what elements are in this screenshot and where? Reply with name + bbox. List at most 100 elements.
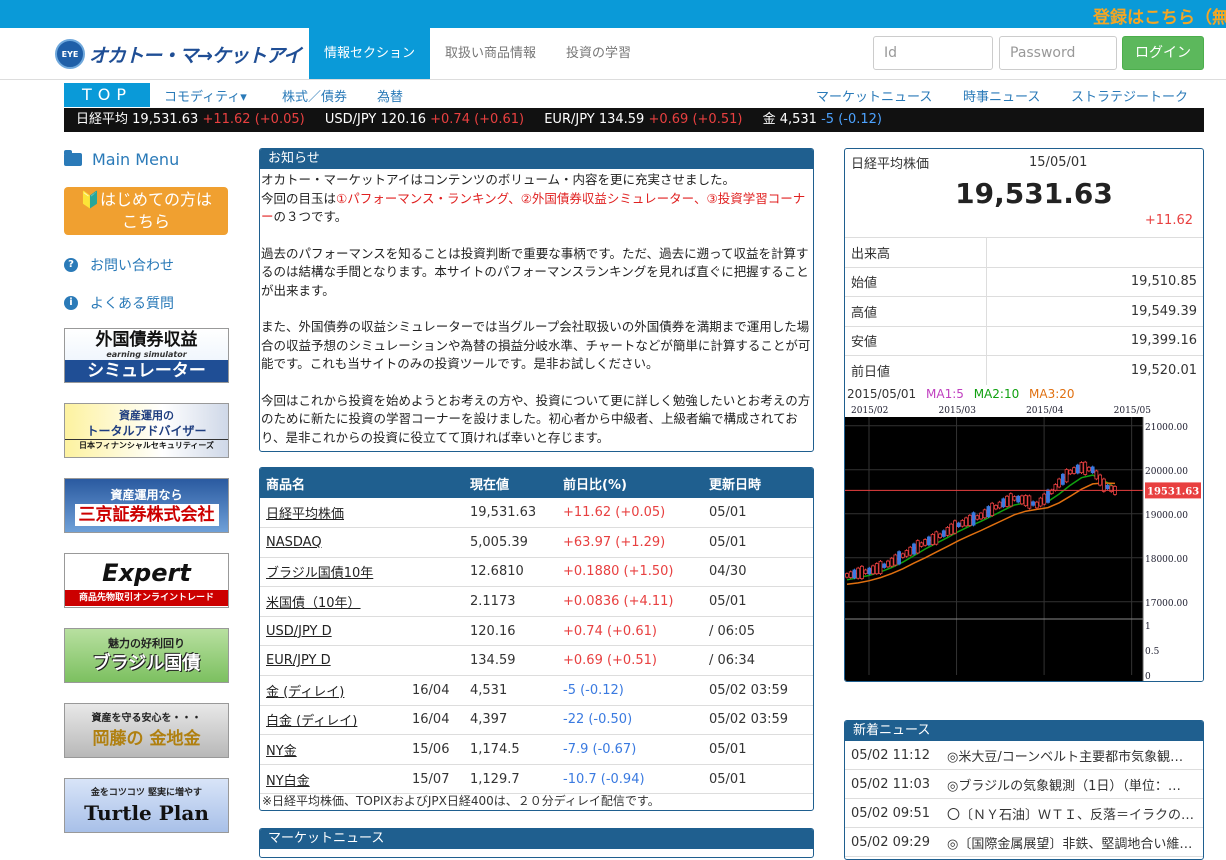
news-time: 05/02 11:12 — [851, 747, 931, 763]
banner-jfs[interactable]: 資産運用の トータルアドバイザー 日本フィナンシャルセキュリティーズ — [64, 403, 229, 458]
stock-label: 高値 — [845, 296, 987, 326]
quote-change: +0.74 (+0.61) — [557, 616, 703, 647]
ticker-value: 120.16 — [380, 112, 426, 127]
quote-month — [406, 527, 464, 558]
stock-value: 19,399.16 — [986, 325, 1203, 356]
news-item[interactable]: 05/02 09:51 〇〔ＮＹ石油〕ＷＴＩ、反落＝イラクの… — [845, 799, 1203, 828]
legend-ma2: MA2:10 — [973, 387, 1020, 401]
y-tick-label: 19000.00 — [1145, 511, 1188, 521]
subnav-forex[interactable]: 為替 — [377, 86, 403, 105]
tab-products[interactable]: 取扱い商品情報 — [430, 28, 551, 79]
news-item[interactable]: 05/02 09:29 ◎〔国際金属展望〕非鉄、堅調地合い維… — [845, 828, 1203, 857]
quote-name[interactable]: ブラジル国債10年 — [260, 557, 406, 588]
quote-time: 05/01 — [703, 586, 813, 617]
col-header: 前日比(%) — [557, 468, 703, 498]
quote-month: 15/07 — [406, 764, 464, 795]
banner-text: 外国債券収益 — [95, 329, 198, 350]
quote-name[interactable]: 白金 (ディレイ) — [260, 705, 406, 736]
candle-body — [982, 509, 987, 519]
banner-bond-simulator[interactable]: 外国債券収益 earning simulator シミュレーター — [64, 328, 229, 383]
faq-link[interactable]: i よくある質問 — [64, 293, 230, 313]
candle-body — [1075, 464, 1080, 474]
banner-turtle-plan[interactable]: 金をコツコツ 堅実に増やす Turtle Plan — [64, 778, 229, 833]
id-input[interactable]: Id — [873, 36, 993, 70]
quote-row: NASDAQ 5,005.39 +63.97 (+1.29) 05/01 — [260, 527, 813, 558]
candle-body — [964, 517, 969, 527]
candle-body — [904, 550, 909, 557]
candle-body — [897, 551, 902, 565]
quote-time: 05/02 03:59 — [703, 705, 813, 736]
stock-row: 安値 19,399.16 — [845, 325, 1203, 356]
y-tick-label: 21000.00 — [1145, 423, 1188, 433]
stock-value — [986, 237, 1203, 267]
register-promo-link[interactable]: 登録はこちら（無 — [1093, 3, 1226, 28]
stock-label: 出来高 — [845, 237, 987, 267]
candle-body — [1034, 501, 1039, 509]
candle-body — [1020, 495, 1024, 505]
candle-body — [859, 565, 864, 580]
quote-time: 05/01 — [703, 498, 813, 529]
contact-link[interactable]: ? お問い合わせ — [64, 255, 230, 275]
quote-name[interactable]: 日経平均株価 — [260, 498, 406, 529]
tab-top[interactable]: TOP — [64, 83, 150, 107]
candle-body — [915, 540, 920, 554]
beginners-label-line2: こちら — [121, 212, 170, 231]
news-headline: 〇〔ＮＹ石油〕ＷＴＩ、反落＝イラクの… — [947, 807, 1195, 823]
candle-body — [912, 543, 916, 555]
stock-header: 日経平均株価 15/05/01 — [845, 149, 1203, 175]
banner-expert[interactable]: Expert 商品先物取引オンライントレード — [64, 553, 229, 608]
quote-name[interactable]: USD/JPY D — [260, 616, 406, 647]
folder-icon — [64, 149, 82, 166]
beginners-button[interactable]: 🔰はじめての方は こちら — [64, 187, 228, 235]
login-button[interactable]: ログイン — [1122, 36, 1204, 70]
candle-body — [1098, 474, 1103, 486]
news-item[interactable]: 05/02 11:03 ◎ブラジルの気象観測（1日）（単位：… — [845, 770, 1203, 799]
candle-body — [1005, 495, 1009, 507]
candle-body — [1012, 496, 1017, 501]
banner-brazil-bond[interactable]: 魅力の好利回り ブラジル国債 — [64, 628, 229, 683]
quote-name[interactable]: EUR/JPY D — [260, 645, 406, 677]
candle-body — [1001, 498, 1006, 508]
news-item[interactable]: 05/02 11:12 ◎米大豆/コーンベルト主要都市気象観… — [845, 741, 1203, 770]
banner-gold-bullion[interactable]: 資産を守る安心を・・・ 岡藤の 金地金 — [64, 703, 229, 758]
ticker-change: +0.74 (+0.61) — [430, 112, 525, 127]
current-price-label: 19531.63 — [1147, 486, 1199, 497]
candle-body — [878, 560, 883, 575]
candle-body — [908, 546, 913, 556]
site-logo[interactable]: EYE オカトー・マ→ケットアイ — [55, 38, 302, 70]
ticker-name: USD/JPY — [324, 112, 377, 127]
price-chart[interactable]: 21000.00 20000.00 19000.00 18000.00 17000.00… — [845, 403, 1203, 682]
banner-sankyo[interactable]: 資産運用なら 三京証券株式会社 — [64, 478, 229, 533]
quote-name[interactable]: NY金 — [260, 734, 406, 765]
subnav-stocks-bonds[interactable]: 株式／債券 — [282, 86, 347, 105]
quote-price: 120.16 — [464, 616, 557, 647]
quote-change: -7.9 (-0.67) — [557, 734, 703, 765]
candle-body — [1087, 466, 1091, 472]
candle-body — [945, 527, 950, 536]
quote-name[interactable]: 金 (ディレイ) — [260, 675, 406, 706]
subnav-current-news[interactable]: 時事ニュース — [963, 86, 1040, 105]
ticker-change: +0.69 (+0.51) — [648, 112, 743, 127]
volume-tick-label: 1 — [1145, 622, 1151, 632]
subnav-market-news[interactable]: マーケットニュース — [816, 86, 932, 105]
password-input[interactable]: Password — [999, 36, 1117, 70]
quote-name[interactable]: NASDAQ — [260, 527, 406, 558]
quote-name[interactable]: 米国債（10年） — [260, 586, 406, 617]
candle-body — [938, 533, 942, 538]
quote-price: 4,397 — [464, 705, 557, 736]
candle-body — [1057, 478, 1062, 488]
candle-body — [848, 571, 853, 578]
col-header: 現在値 — [464, 468, 557, 498]
subnav-strategy-talk[interactable]: ストラテジートーク — [1071, 86, 1188, 105]
tab-learning[interactable]: 投資の学習 — [551, 28, 646, 79]
subnav-commodity[interactable]: コモディティ▾ — [164, 86, 247, 105]
quote-price: 4,531 — [464, 675, 557, 706]
tab-info-section[interactable]: 情報セクション — [309, 28, 431, 79]
candle-body — [1060, 473, 1065, 485]
beginners-label-line1: 🔰はじめての方は — [80, 190, 212, 209]
x-tick-label: 2015/04 — [1026, 406, 1064, 416]
quote-name[interactable]: NY白金 — [260, 764, 406, 795]
logo-eye-icon: EYE — [55, 39, 85, 69]
col-header: 更新日時 — [703, 468, 813, 498]
quote-change: +11.62 (+0.05) — [557, 498, 703, 529]
